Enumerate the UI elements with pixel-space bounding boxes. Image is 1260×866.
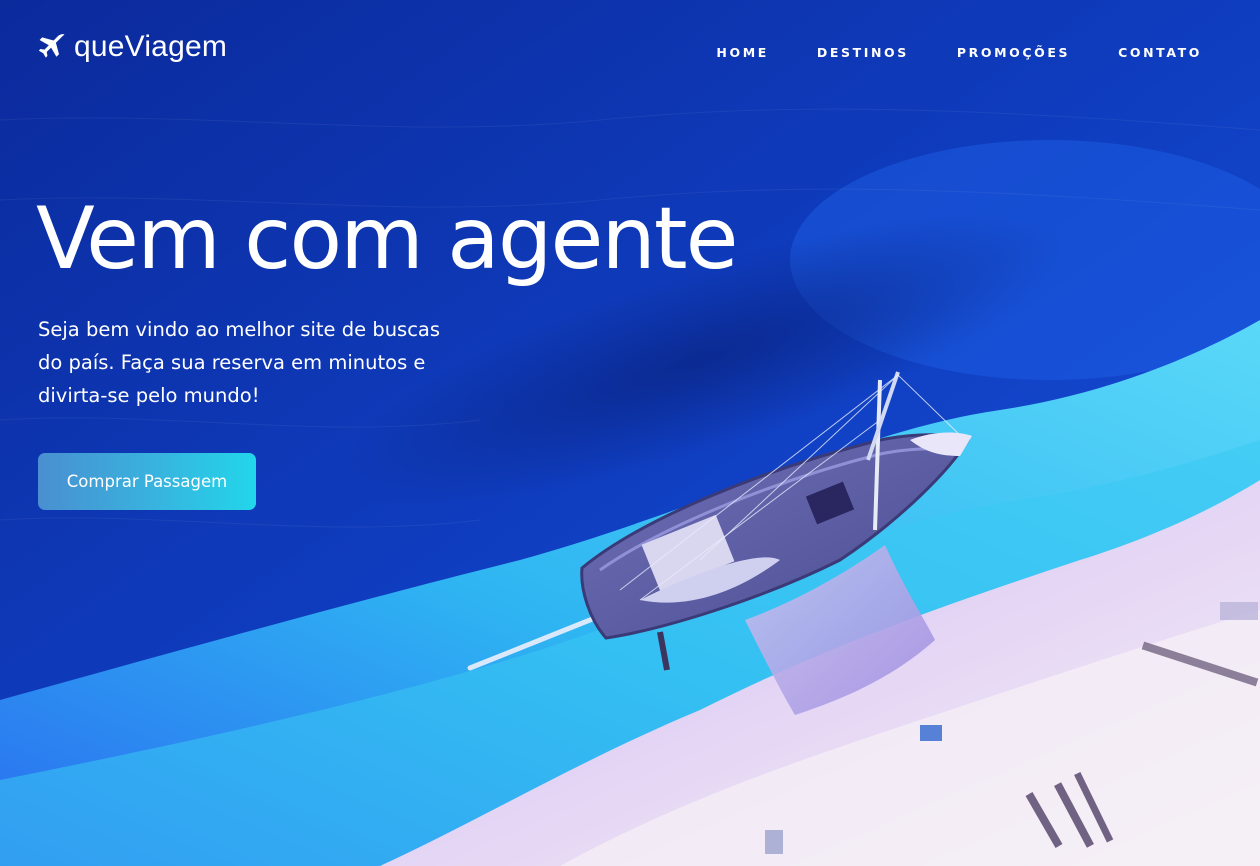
buy-ticket-button[interactable]: Comprar Passagem bbox=[38, 453, 256, 510]
hero-headline: Vem com agente bbox=[36, 189, 739, 289]
nav-link-promocoes[interactable]: PROMOÇÕES bbox=[957, 45, 1070, 60]
brand-logo[interactable]: queViagem bbox=[38, 28, 227, 66]
nav-link-home[interactable]: HOME bbox=[716, 45, 768, 60]
hero-subtitle: Seja bem vindo ao melhor site de buscas … bbox=[38, 318, 441, 407]
hero-section: queViagem HOME DESTINOS PROMOÇÕES CONTAT… bbox=[0, 0, 1260, 866]
hero-background-image bbox=[0, 0, 1260, 866]
navbar: queViagem HOME DESTINOS PROMOÇÕES CONTAT… bbox=[0, 0, 1260, 100]
nav-item-home: HOME bbox=[716, 44, 768, 62]
nav-item-destinos: DESTINOS bbox=[817, 44, 909, 62]
main-nav: HOME DESTINOS PROMOÇÕES CONTATO bbox=[716, 44, 1202, 62]
nav-link-contato[interactable]: CONTATO bbox=[1118, 45, 1202, 60]
nav-link-destinos[interactable]: DESTINOS bbox=[817, 45, 909, 60]
brand-name: queViagem bbox=[74, 30, 228, 63]
nav-item-contato: CONTATO bbox=[1118, 44, 1202, 62]
nav-item-promocoes: PROMOÇÕES bbox=[957, 44, 1070, 62]
airplane-icon bbox=[38, 34, 65, 58]
